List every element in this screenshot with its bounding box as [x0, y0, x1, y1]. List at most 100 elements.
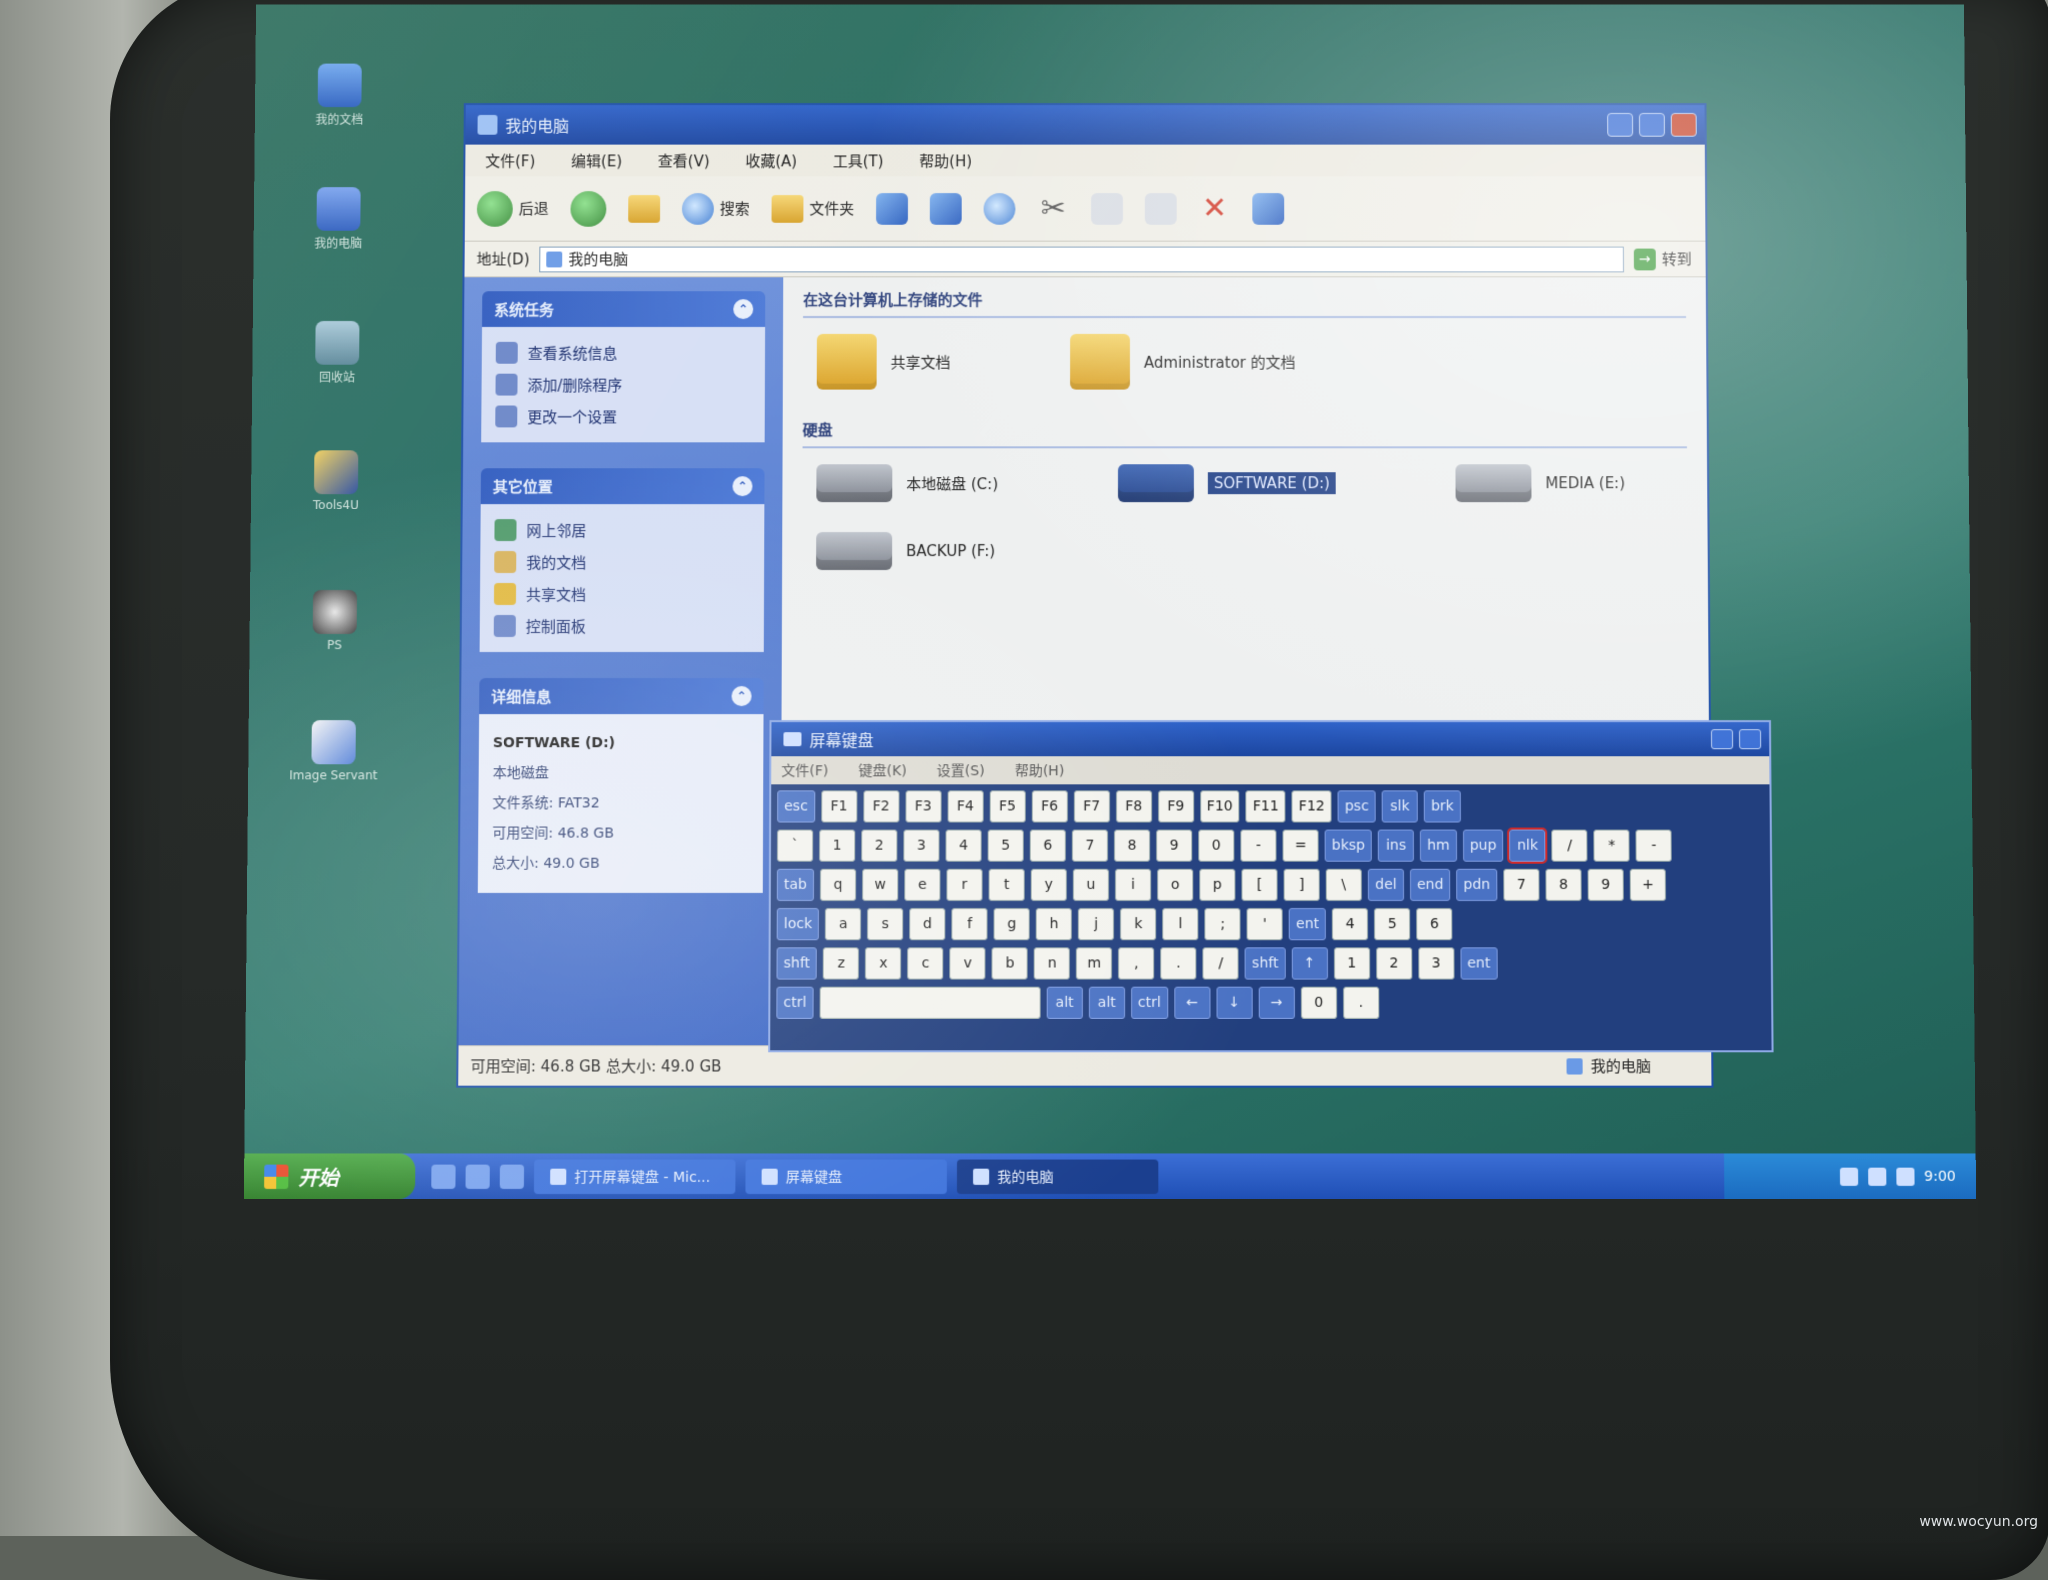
key[interactable]: 4 [945, 830, 981, 862]
key[interactable]: esc [777, 790, 815, 822]
key[interactable]: pup [1463, 830, 1504, 862]
key[interactable]: psc [1338, 790, 1376, 822]
key[interactable]: t [989, 869, 1025, 901]
move-to-button[interactable] [930, 193, 962, 225]
osk-menu-settings[interactable]: 设置(S) [937, 760, 985, 780]
security-icon[interactable] [1896, 1167, 1914, 1185]
key[interactable]: i [1115, 869, 1151, 901]
explorer-titlebar[interactable]: 我的电脑 [465, 105, 1704, 145]
osk-menu-help[interactable]: 帮助(H) [1015, 760, 1065, 780]
key[interactable]: c [907, 947, 943, 979]
key[interactable]: F4 [947, 790, 983, 822]
key[interactable]: ↓ [1216, 987, 1252, 1019]
views-button[interactable] [876, 193, 908, 225]
key[interactable]: F2 [863, 790, 899, 822]
key[interactable]: lock [777, 908, 820, 940]
key[interactable]: h [1036, 908, 1072, 940]
task-add-remove-programs[interactable]: 添加/删除程序 [495, 369, 751, 401]
forward-button[interactable] [570, 191, 606, 227]
go-button[interactable]: → 转到 [1634, 248, 1692, 270]
menu-view[interactable]: 查看(V) [658, 150, 710, 171]
place-my-documents[interactable]: 我的文档 [494, 546, 750, 578]
menu-edit[interactable]: 编辑(E) [571, 150, 622, 171]
key[interactable]: F3 [905, 790, 941, 822]
key[interactable]: ; [1205, 908, 1241, 940]
key[interactable]: 6 [1030, 830, 1066, 862]
key[interactable]: - [1240, 830, 1276, 862]
key[interactable]: m [1076, 947, 1112, 979]
osk-minimize-button[interactable] [1711, 729, 1733, 749]
shared-documents-item[interactable]: 共享文档 [817, 334, 951, 390]
desktop-icon-recycle-bin[interactable]: 回收站 [292, 321, 382, 386]
key[interactable]: f [952, 908, 988, 940]
delete-button[interactable]: ✕ [1199, 193, 1231, 225]
task-view-system-info[interactable]: 查看系统信息 [496, 337, 751, 369]
drive-d[interactable]: SOFTWARE (D:) [1118, 464, 1336, 502]
key[interactable]: * [1594, 830, 1630, 862]
key[interactable]: 0 [1301, 987, 1337, 1019]
key[interactable]: hm [1420, 830, 1457, 862]
key[interactable]: x [865, 947, 901, 979]
desktop-icon-tools[interactable]: Tools4U [291, 450, 381, 512]
key[interactable]: shft [1245, 947, 1286, 979]
osk-titlebar[interactable]: 屏幕键盘 [771, 722, 1769, 756]
osk-close-button[interactable] [1739, 729, 1761, 749]
copy-button[interactable] [1091, 193, 1123, 225]
key[interactable]: ' [1247, 908, 1283, 940]
address-input[interactable]: 我的电脑 [539, 246, 1623, 272]
key[interactable]: nlk [1509, 830, 1545, 862]
desktop-icon-my-documents[interactable]: 我的文档 [295, 64, 385, 128]
key[interactable]: brk [1424, 790, 1461, 822]
key[interactable]: v [950, 947, 986, 979]
desktop-icon-ps[interactable]: PS [289, 590, 380, 652]
desktop-icon-image[interactable]: Image Servant [288, 720, 379, 782]
system-tasks-header[interactable]: 系统任务 ⌃ [482, 291, 765, 327]
search-button[interactable]: 搜索 [682, 193, 750, 225]
key[interactable]: 0 [1198, 830, 1234, 862]
key[interactable]: 8 [1114, 830, 1150, 862]
chevron-up-icon[interactable]: ⌃ [732, 686, 752, 706]
key[interactable]: F6 [1031, 790, 1067, 822]
key[interactable]: ctrl [776, 987, 813, 1019]
key[interactable]: F8 [1116, 790, 1152, 822]
key[interactable]: F7 [1074, 790, 1110, 822]
key[interactable]: d [909, 908, 945, 940]
folders-button[interactable]: 文件夹 [772, 195, 855, 223]
key[interactable]: end [1410, 869, 1451, 901]
menu-favorites[interactable]: 收藏(A) [745, 150, 797, 171]
key[interactable]: bksp [1325, 830, 1372, 862]
key[interactable]: 4 [1332, 908, 1368, 940]
taskbar-button-osk[interactable]: 屏幕键盘 [745, 1159, 946, 1193]
minimize-button[interactable] [1607, 113, 1633, 137]
key[interactable]: alt [1089, 987, 1125, 1019]
drive-e[interactable]: MEDIA (E:) [1456, 464, 1626, 502]
key[interactable]: / [1203, 947, 1239, 979]
key[interactable]: / [1552, 830, 1588, 862]
key[interactable]: F1 [821, 790, 857, 822]
key[interactable]: q [820, 869, 856, 901]
key[interactable]: e [904, 869, 940, 901]
drive-c[interactable]: 本地磁盘 (C:) [816, 464, 998, 502]
key[interactable]: ent [1289, 908, 1326, 940]
network-icon[interactable] [1839, 1167, 1857, 1185]
key[interactable]: b [992, 947, 1028, 979]
key[interactable]: p [1199, 869, 1235, 901]
osk-menu-keyboard[interactable]: 键盘(K) [858, 760, 906, 780]
key[interactable]: [ [1241, 869, 1277, 901]
key[interactable]: alt [1047, 987, 1083, 1019]
chevron-up-icon[interactable]: ⌃ [732, 476, 752, 496]
properties-button[interactable] [1252, 193, 1284, 225]
key[interactable]: 5 [1374, 908, 1410, 940]
key[interactable]: ` [777, 830, 813, 862]
key[interactable]: 2 [1376, 947, 1412, 979]
key[interactable]: u [1073, 869, 1109, 901]
key[interactable]: n [1034, 947, 1070, 979]
key[interactable]: 7 [1072, 830, 1108, 862]
key[interactable]: F12 [1292, 790, 1332, 822]
maximize-button[interactable] [1639, 113, 1665, 137]
key[interactable]: w [862, 869, 898, 901]
key[interactable]: ins [1378, 830, 1414, 862]
drive-f[interactable]: BACKUP (F:) [816, 532, 995, 570]
osk-menu-file[interactable]: 文件(F) [781, 760, 828, 780]
key[interactable]: s [867, 908, 903, 940]
